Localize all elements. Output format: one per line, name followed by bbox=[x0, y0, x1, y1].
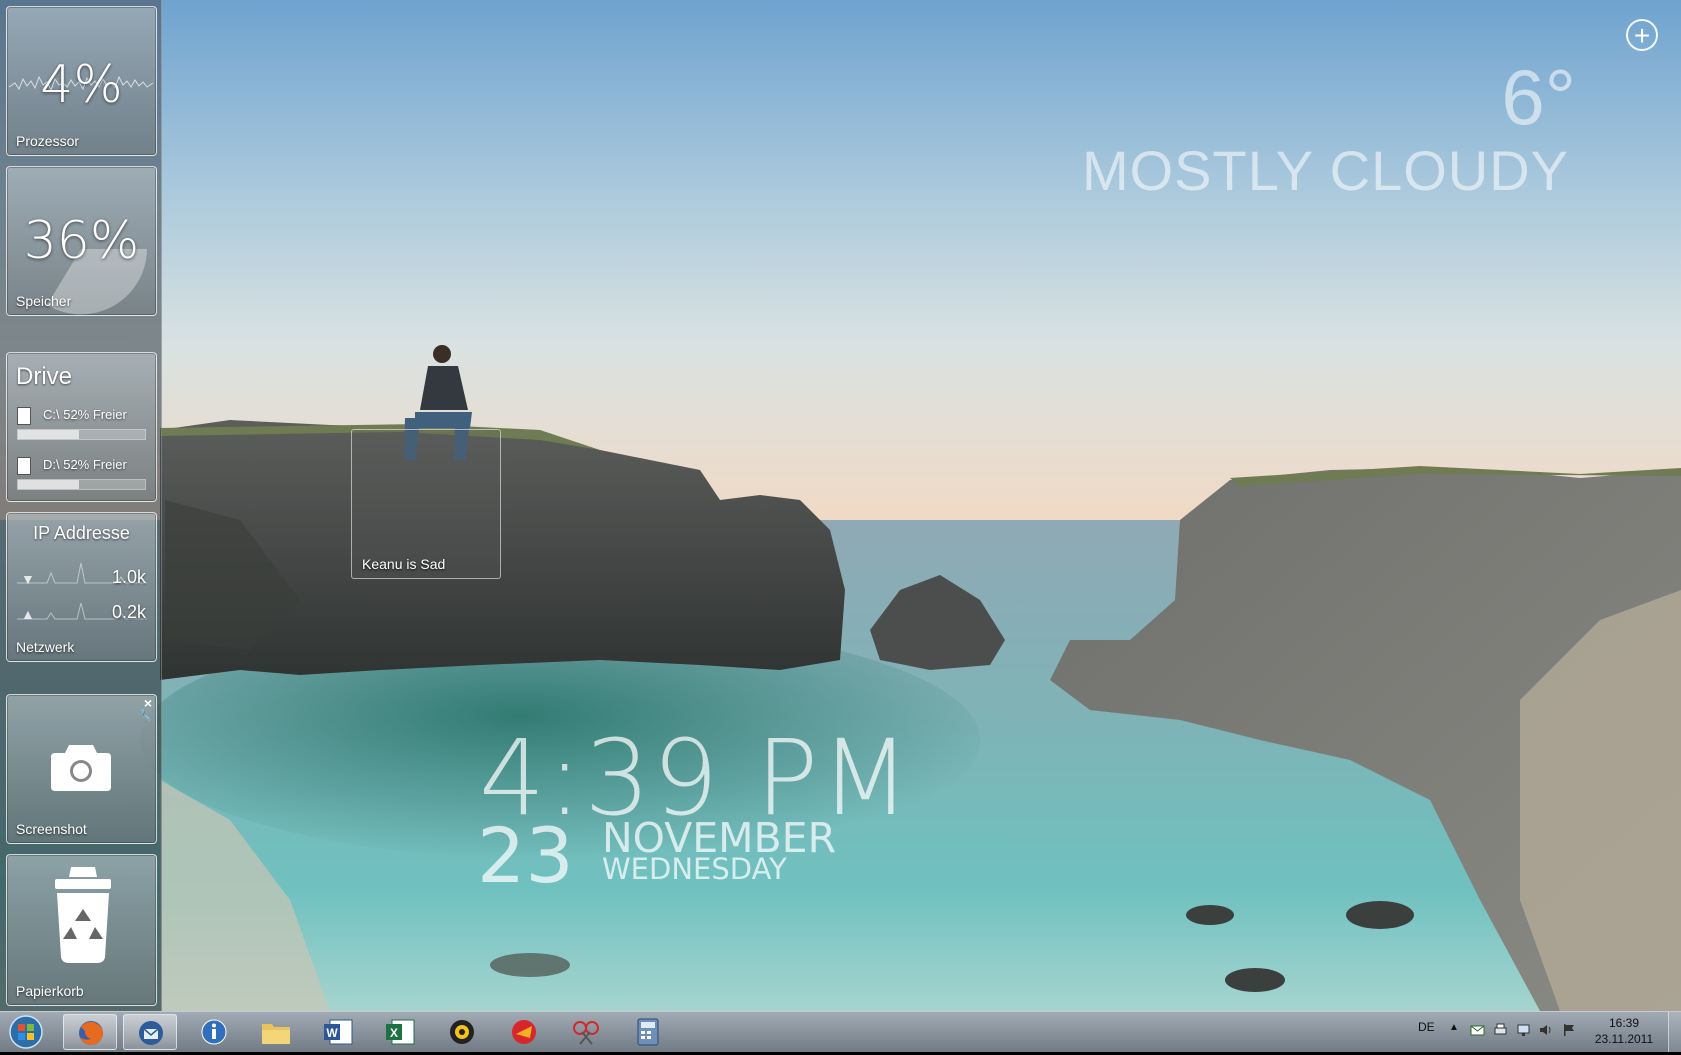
recycle-bin-icon bbox=[55, 867, 111, 963]
svg-text:W: W bbox=[326, 1026, 338, 1040]
clock-day: 23 bbox=[477, 811, 574, 900]
taskbar-ccleaner[interactable] bbox=[497, 1014, 551, 1050]
memory-gadget[interactable]: 36% Speicher bbox=[6, 166, 157, 316]
screenshot-label: Screenshot bbox=[16, 821, 87, 837]
calculator-icon bbox=[637, 1018, 659, 1046]
clock-weekday: WEDNESDAY bbox=[602, 852, 787, 886]
recycle-bin-gadget[interactable]: Papierkorb bbox=[6, 854, 157, 1006]
info-icon bbox=[201, 1019, 227, 1045]
screenshot-gadget[interactable]: × 🔧 Screenshot bbox=[6, 694, 157, 844]
upload-arrow-icon: ▲ bbox=[21, 606, 35, 622]
recycle-bin-label: Papierkorb bbox=[16, 983, 84, 999]
drive-row-d[interactable]: D:\ 52% Freier bbox=[13, 449, 150, 495]
drive-row-c[interactable]: C:\ 52% Freier bbox=[13, 399, 150, 445]
memory-percentage: 36% bbox=[23, 211, 140, 271]
thunderbird-icon bbox=[139, 1021, 163, 1045]
taskbar-date: 23.11.2011 bbox=[1594, 1032, 1654, 1046]
weather-condition: MOSTLY CLOUDY bbox=[1081, 139, 1569, 202]
action-center-flag-icon[interactable] bbox=[1561, 1023, 1576, 1037]
firefox-icon bbox=[79, 1021, 103, 1045]
svg-text:X: X bbox=[390, 1026, 398, 1040]
printer-icon[interactable] bbox=[1493, 1023, 1508, 1037]
photo-caption: Keanu is Sad bbox=[362, 556, 446, 572]
taskbar-media-player[interactable] bbox=[435, 1014, 489, 1050]
taskbar-time: 16:39 bbox=[1608, 1016, 1640, 1030]
download-rate: 1.0k bbox=[111, 567, 146, 587]
network-upload-row: ▲ 0.2k bbox=[13, 598, 150, 628]
drive-c-text: C:\ 52% Freier bbox=[43, 407, 127, 422]
network-download-row: ▼ 1.0k bbox=[13, 563, 150, 593]
taskbar: W X DE ▲ 16:39 23.11.2011 bbox=[0, 1011, 1681, 1052]
snipping-tool-icon bbox=[573, 1021, 599, 1045]
volume-icon[interactable] bbox=[1538, 1023, 1553, 1037]
drive-d-bar bbox=[17, 479, 146, 490]
settings-wrench-icon[interactable]: 🔧 bbox=[138, 709, 152, 722]
network-gadget[interactable]: IP Addresse ▼ 1.0k ▲ 0.2k Netzwerk bbox=[6, 512, 157, 662]
cpu-gadget[interactable]: 4% Prozessor bbox=[6, 6, 157, 156]
network-label: Netzwerk bbox=[16, 639, 75, 655]
taskbar-calculator[interactable] bbox=[621, 1014, 675, 1050]
drive-title: Drive bbox=[16, 363, 73, 390]
windows-logo-icon bbox=[9, 1015, 43, 1049]
network-connection-icon[interactable] bbox=[1516, 1023, 1531, 1037]
drive-d-text: D:\ 52% Freier bbox=[43, 457, 127, 472]
drive-c-bar bbox=[17, 429, 146, 440]
plus-icon: + bbox=[1633, 20, 1651, 51]
taskbar-info[interactable] bbox=[187, 1014, 241, 1050]
taskbar-firefox[interactable] bbox=[63, 1014, 117, 1050]
hard-drive-icon bbox=[17, 407, 31, 425]
show-hidden-icons-arrow-icon[interactable]: ▲ bbox=[1449, 1022, 1459, 1033]
taskbar-excel[interactable]: X bbox=[373, 1014, 427, 1050]
photo-gadget[interactable]: Keanu is Sad bbox=[351, 429, 501, 579]
cpu-percentage: 4% bbox=[40, 55, 123, 115]
mail-notification-icon[interactable] bbox=[1470, 1023, 1485, 1037]
media-player-icon bbox=[450, 1020, 474, 1044]
explorer-folder-icon bbox=[262, 1024, 290, 1044]
cpu-label: Prozessor bbox=[16, 133, 80, 149]
memory-label: Speicher bbox=[16, 293, 72, 309]
word-icon: W bbox=[324, 1019, 353, 1045]
ccleaner-icon bbox=[512, 1020, 536, 1044]
show-desktop-button[interactable] bbox=[1668, 1012, 1681, 1052]
start-button[interactable] bbox=[4, 1014, 48, 1050]
input-language-indicator[interactable]: DE bbox=[1418, 1020, 1435, 1034]
weather-temperature: 6° bbox=[1501, 53, 1576, 141]
upload-rate: 0.2k bbox=[111, 602, 146, 622]
gadget-sidebar: 4% Prozessor 36% Speicher Drive C:\ 52% … bbox=[0, 0, 162, 1011]
taskbar-explorer[interactable] bbox=[249, 1014, 303, 1050]
taskbar-snipping-tool[interactable] bbox=[559, 1014, 613, 1050]
download-arrow-icon: ▼ bbox=[21, 571, 35, 587]
taskbar-thunderbird[interactable] bbox=[123, 1014, 177, 1050]
hard-drive-icon bbox=[17, 457, 31, 475]
excel-icon: X bbox=[386, 1019, 415, 1045]
camera-icon bbox=[51, 745, 111, 791]
drive-gadget[interactable]: Drive C:\ 52% Freier D:\ 52% Freier bbox=[6, 352, 157, 502]
add-gadget-button[interactable]: + bbox=[1626, 19, 1658, 51]
taskbar-word[interactable]: W bbox=[311, 1014, 365, 1050]
taskbar-clock[interactable]: 16:39 23.11.2011 bbox=[1589, 1015, 1659, 1047]
